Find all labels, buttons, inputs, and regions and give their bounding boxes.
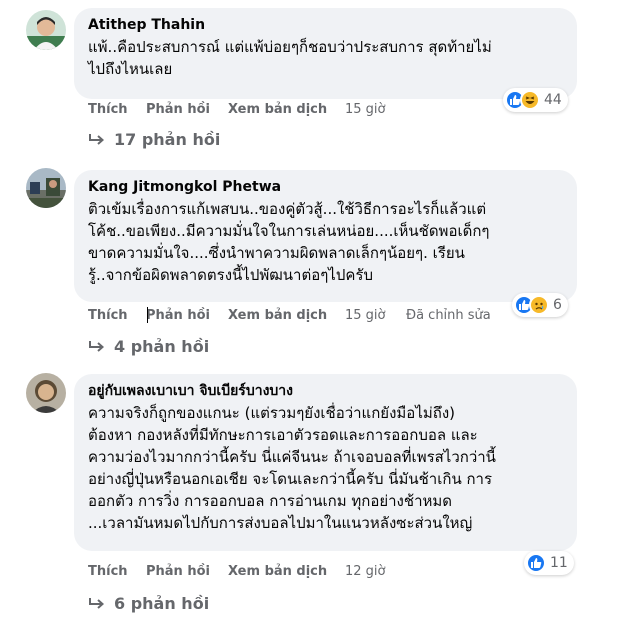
text-cursor [147,307,148,323]
replies-count: 17 phản hồi [114,130,221,149]
reply-button[interactable]: Phản hồi [146,307,210,325]
translate-button[interactable]: Xem bản dịch [228,101,327,119]
reaction-summary[interactable]: 11 [524,551,574,575]
replies-count: 6 phản hồi [114,594,210,613]
comment-actions: Thích Phản hồi Xem bản dịch 15 giờ [88,101,386,119]
reply-arrow-icon [89,134,105,145]
sad-icon [529,295,549,315]
reaction-summary[interactable]: 44 [503,88,568,112]
translate-button[interactable]: Xem bản dịch [228,307,327,325]
replies-count: 4 phản hồi [114,337,210,356]
view-replies-link[interactable]: 17 phản hồi [88,129,220,151]
comment-bubble: อยู่กับเพลงเบาเบา จิบเบียร์บางบาง ความจร… [74,374,577,551]
reaction-count: 44 [544,92,562,108]
reply-button[interactable]: Phản hồi [146,563,210,581]
comment-bubble: Atithep Thahin แพ้..คือประสบการณ์ แต่แพ้… [74,8,577,99]
like-icon [526,553,546,573]
edited-label: Đã chỉnh sửa [406,308,491,323]
comment-text: แพ้..คือประสบการณ์ แต่แพ้บ่อยๆก็ชอบว่าปร… [88,38,492,78]
translate-button[interactable]: Xem bản dịch [228,563,327,581]
comment-author[interactable]: อยู่กับเพลงเบาเบา จิบเบียร์บางบาง [88,382,565,400]
comment-bubble: Kang Jitmongkol Phetwa ติวเข้มเรื่องการแ… [74,170,577,302]
reaction-count: 6 [553,297,562,313]
comment-text: ความจริงก็ถูกของแกนะ (แต่รวมๆยังเชื่อว่า… [88,404,496,532]
comment-timestamp[interactable]: 15 giờ [345,307,386,325]
comment-actions: Thích Phản hồi Xem bản dịch 15 giờ Đã ch… [88,307,491,325]
avatar[interactable] [26,168,66,208]
view-replies-link[interactable]: 4 phản hồi [88,336,209,358]
comment-text: ติวเข้มเรื่องการแก้เพสบน..ของคู่ตัวสู้..… [88,200,490,284]
reply-arrow-icon [89,598,105,609]
comment-author[interactable]: Atithep Thahin [88,16,565,34]
view-replies-link[interactable]: 6 phản hồi [88,593,209,615]
comment-actions: Thích Phản hồi Xem bản dịch 12 giờ [88,563,386,581]
reply-arrow-icon [89,341,105,352]
reaction-summary[interactable]: 6 [512,293,568,317]
reaction-count: 11 [550,555,568,571]
like-button[interactable]: Thích [88,563,128,581]
comment-author[interactable]: Kang Jitmongkol Phetwa [88,178,565,196]
like-button[interactable]: Thích [88,101,128,119]
like-button[interactable]: Thích [88,307,128,325]
avatar[interactable] [26,10,66,50]
laugh-icon [520,90,540,110]
comment-timestamp[interactable]: 15 giờ [345,101,386,119]
reply-button[interactable]: Phản hồi [146,101,210,119]
avatar[interactable] [26,373,66,413]
comment-timestamp[interactable]: 12 giờ [345,563,386,581]
